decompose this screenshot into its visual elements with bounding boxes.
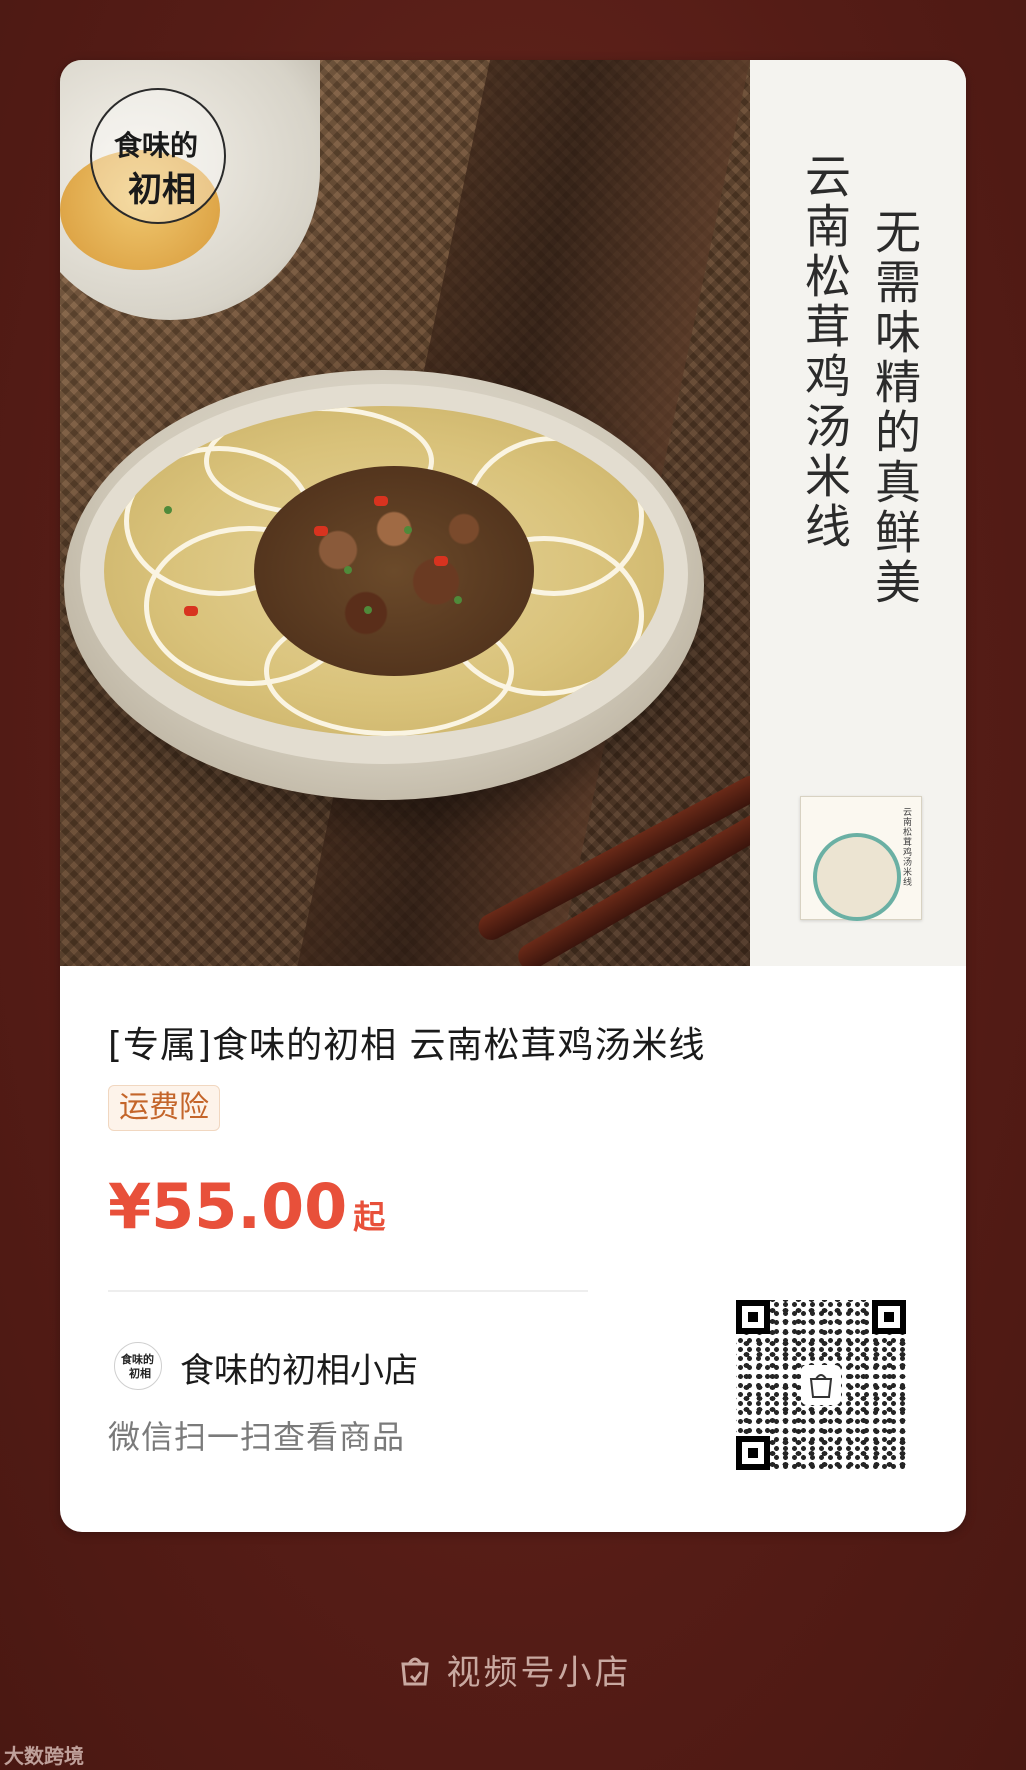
channel-brand-label: 视频号小店 (446, 1653, 632, 1693)
price-suffix: 起 (353, 1198, 386, 1236)
product-photo: 食味的 初相 (60, 60, 750, 966)
shipping-insurance-badge: 运费险 (108, 1085, 220, 1131)
shop-avatar[interactable]: 食味的 初相 (114, 1342, 162, 1390)
price: ¥55.00 起 (108, 1170, 385, 1243)
product-image[interactable]: 食味的 初相 无需味精的真鲜美 云南松茸鸡汤米线 云南松茸鸡汤米线 (60, 60, 966, 966)
channel-brand: 视频号小店 (0, 1645, 1026, 1699)
price-amount: ¥55.00 (108, 1170, 348, 1243)
divider (108, 1290, 588, 1292)
shop-bag-icon (395, 1650, 435, 1699)
product-title: [专属]食味的初相 云南松茸鸡汤米线 (108, 1025, 706, 1066)
shop-name[interactable]: 食味的初相小店 (180, 1343, 418, 1392)
slogan-right: 无需味精的真鲜美 (868, 208, 922, 608)
slogan-panel: 无需味精的真鲜美 云南松茸鸡汤米线 云南松茸鸡汤米线 (750, 60, 966, 966)
brand-logo: 食味的 初相 (90, 88, 226, 224)
qr-center-bag-icon (801, 1365, 841, 1405)
package-thumbnail: 云南松茸鸡汤米线 (800, 796, 922, 921)
slogan-left: 云南松茸鸡汤米线 (798, 152, 852, 552)
scan-hint: 微信扫一扫查看商品 (108, 1418, 406, 1456)
watermark: 大数跨境 (4, 1744, 84, 1768)
product-share-card[interactable]: 食味的 初相 无需味精的真鲜美 云南松茸鸡汤米线 云南松茸鸡汤米线 [专属]食味… (60, 60, 966, 1532)
qr-code[interactable] (736, 1300, 906, 1470)
